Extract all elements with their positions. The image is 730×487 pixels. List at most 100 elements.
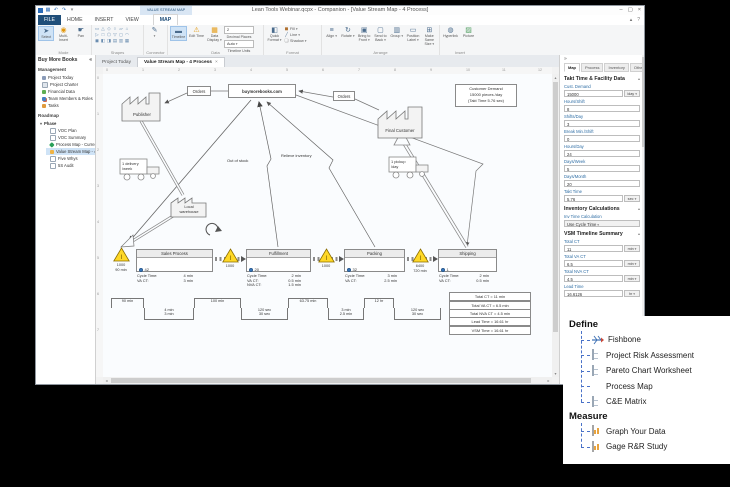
timeline-toggle-button[interactable]: ▬ Timeline <box>170 26 187 41</box>
vsm-summary-box[interactable]: Total CT = 11 min Total VA CT = 6.5 min … <box>449 293 531 335</box>
total-ct-unit-select[interactable]: min <box>624 245 640 252</box>
data-display-button[interactable]: ▦ Data Display <box>206 26 223 43</box>
section-vsm-timeline-summary[interactable]: VSM Timeline Summary <box>564 231 640 237</box>
final-customer-factory-icon[interactable]: Final Customer <box>377 102 425 140</box>
scroll-down-icon[interactable]: ▾ <box>552 370 559 377</box>
panel-tab-map[interactable]: Map <box>564 63 580 72</box>
decimal-places-spinner[interactable]: 2 <box>224 26 254 34</box>
select-button[interactable]: ➤ Select <box>38 26 54 41</box>
process-packing[interactable]: Packing 32 <box>344 249 405 272</box>
doc-tab-value-stream-map[interactable]: Value Stream Map - 4 Process× <box>137 57 225 67</box>
days-week-input[interactable]: 5 <box>564 165 640 172</box>
sidebar-item-voc-summary[interactable]: VOC Summary <box>46 134 95 141</box>
sidebar-item-process-map-current[interactable]: Process Map - Current State <box>46 141 95 148</box>
make-same-size-button[interactable]: ⊞Make Same Size <box>422 26 437 47</box>
canvas-vertical-scrollbar[interactable]: ▴ ▾ <box>552 74 559 377</box>
panel-tab-inventory[interactable]: Inventory <box>604 63 628 72</box>
sidebar-item-five-whys[interactable]: Five Whys <box>46 155 95 162</box>
inventory-triangle[interactable]: I <box>412 248 429 263</box>
tab-file[interactable]: FILE <box>38 15 61 25</box>
sidebar-collapse-button[interactable]: « <box>89 57 92 63</box>
sidebar-item-project-charter[interactable]: Project Charter <box>38 81 95 88</box>
hours-day-input[interactable]: 24 <box>564 150 640 157</box>
process-sales[interactable]: Sales Process 42 <box>136 249 213 272</box>
process-shipping[interactable]: Shipping 1 <box>438 249 497 272</box>
group-button[interactable]: ▥Group <box>389 26 404 39</box>
send-to-back-button[interactable]: ▢Send to Back <box>373 26 388 43</box>
tab-insert[interactable]: INSERT <box>89 15 120 25</box>
help-button[interactable]: ? <box>637 17 640 23</box>
vsm-canvas[interactable]: Publisher Orders buymorebooks.com Orders… <box>103 74 552 377</box>
hours-shift-input[interactable]: 8 <box>564 105 640 112</box>
panel-tab-process[interactable]: Process <box>581 63 603 72</box>
total-va-ct-unit-select[interactable]: min <box>624 260 640 267</box>
connector-button[interactable]: ✎ <box>146 26 163 39</box>
sidebar-item-tasks[interactable]: Tasks <box>38 102 95 109</box>
menu-item-fishbone[interactable]: Fishbone <box>581 332 730 348</box>
fill-button[interactable]: ◼Fill <box>284 26 307 31</box>
pan-button[interactable]: ☛ Pan <box>73 26 89 39</box>
section-inventory-calculations[interactable]: Inventory Calculations <box>564 206 640 212</box>
scroll-left-icon[interactable]: ◂ <box>103 377 110 384</box>
menu-item-process-map[interactable]: Process Map <box>581 379 730 395</box>
collapse-ribbon-button[interactable]: ▴ <box>630 17 633 23</box>
position-label-button[interactable]: ▭Position Label <box>405 26 420 43</box>
process-fulfillment[interactable]: Fulfillment 20 <box>246 249 311 272</box>
sidebar-item-5s-audit[interactable]: 5S Audit <box>46 162 95 169</box>
maximize-button[interactable]: ▢ <box>628 7 633 13</box>
hyperlink-button[interactable]: ◍Hyperlink <box>442 26 459 39</box>
inventory-triangle[interactable]: I <box>222 248 239 263</box>
days-month-input[interactable]: 20 <box>564 180 640 187</box>
panel-collapse-button[interactable]: » <box>564 56 640 62</box>
align-button[interactable]: ≡Align <box>324 26 339 39</box>
canvas-horizontal-scrollbar[interactable]: ◂ ▸ <box>103 377 552 384</box>
scroll-right-icon[interactable]: ▸ <box>545 377 552 384</box>
tab-map[interactable]: MAP <box>153 14 179 25</box>
tab-view[interactable]: VIEW <box>119 15 144 25</box>
bring-to-front-button[interactable]: ▣Bring to Front <box>357 26 372 43</box>
inv-time-calculation-select[interactable]: Use Cycle Time <box>564 220 640 227</box>
timeline-units-select[interactable]: Auto <box>224 40 254 48</box>
doc-tab-project-today[interactable]: Project Today <box>96 58 137 67</box>
orders-box-right[interactable]: Orders <box>333 91 355 101</box>
menu-item-ce-matrix[interactable]: C&E Matrix <box>581 394 730 410</box>
total-nva-ct-input[interactable]: 4.5 <box>564 275 623 282</box>
line-button[interactable]: ╱Line <box>284 32 307 37</box>
lead-time-unit-select[interactable]: hr <box>624 290 640 297</box>
close-button[interactable]: × <box>638 7 641 13</box>
sidebar-item-financial-data[interactable]: Financial Data <box>38 88 95 95</box>
section-takt-time[interactable]: Takt Time & Facility Data <box>564 76 640 82</box>
customer-demand-note[interactable]: Customer Demand 15000 pieces /day (Takt … <box>455 84 517 107</box>
cust-demand-unit-select[interactable]: /day <box>624 90 640 97</box>
close-tab-icon[interactable]: × <box>215 60 218 65</box>
lead-time-input[interactable]: 16.6126 <box>564 290 623 297</box>
takt-time-unit-select[interactable]: sec <box>624 195 640 202</box>
sidebar-item-value-stream-map[interactable]: Value Stream Map - 4 Process <box>46 148 95 155</box>
shifts-day-input[interactable]: 3 <box>564 120 640 127</box>
sidebar-item-project-today[interactable]: Project Today <box>38 74 95 81</box>
truck-left-icon[interactable]: 1 delivery /week <box>119 157 163 187</box>
break-min-input[interactable]: 0 <box>564 135 640 142</box>
total-nva-ct-unit-select[interactable]: min <box>624 275 640 282</box>
menu-item-graph-your-data[interactable]: Graph Your Data <box>581 424 730 440</box>
cust-demand-input[interactable]: 15000 <box>564 90 623 97</box>
roadmap-phase[interactable]: ▾Phase <box>38 120 95 127</box>
takt-time-input[interactable]: 5.76 <box>564 195 623 202</box>
hub-box[interactable]: buymorebooks.com <box>228 84 296 98</box>
inventory-triangle[interactable]: I <box>113 247 130 262</box>
tab-home[interactable]: HOME <box>61 15 89 25</box>
minimize-button[interactable]: – <box>620 7 623 13</box>
sidebar-item-team-members[interactable]: Team Members & Roles <box>38 95 95 102</box>
truck-right-icon[interactable]: 1 pickup /day <box>388 154 432 186</box>
warehouse-icon[interactable]: Local warehouse <box>170 195 208 219</box>
picture-button[interactable]: ▨Picture <box>460 26 477 39</box>
menu-item-gage-rr-study[interactable]: Gage R&R Study <box>581 439 730 455</box>
sidebar-item-voc-plan[interactable]: VOC Plan <box>46 127 95 134</box>
quick-format-button[interactable]: ◧ Quick Format <box>266 26 283 43</box>
edit-time-button[interactable]: ⚠ Edit Time <box>188 26 205 39</box>
publisher-factory-icon[interactable]: Publisher <box>121 89 163 123</box>
total-ct-input[interactable]: 11 <box>564 245 623 252</box>
total-va-ct-input[interactable]: 6.5 <box>564 260 623 267</box>
inventory-triangle[interactable]: I <box>318 248 335 263</box>
menu-item-pareto-chart-worksheet[interactable]: Pareto Chart Worksheet <box>581 363 730 379</box>
